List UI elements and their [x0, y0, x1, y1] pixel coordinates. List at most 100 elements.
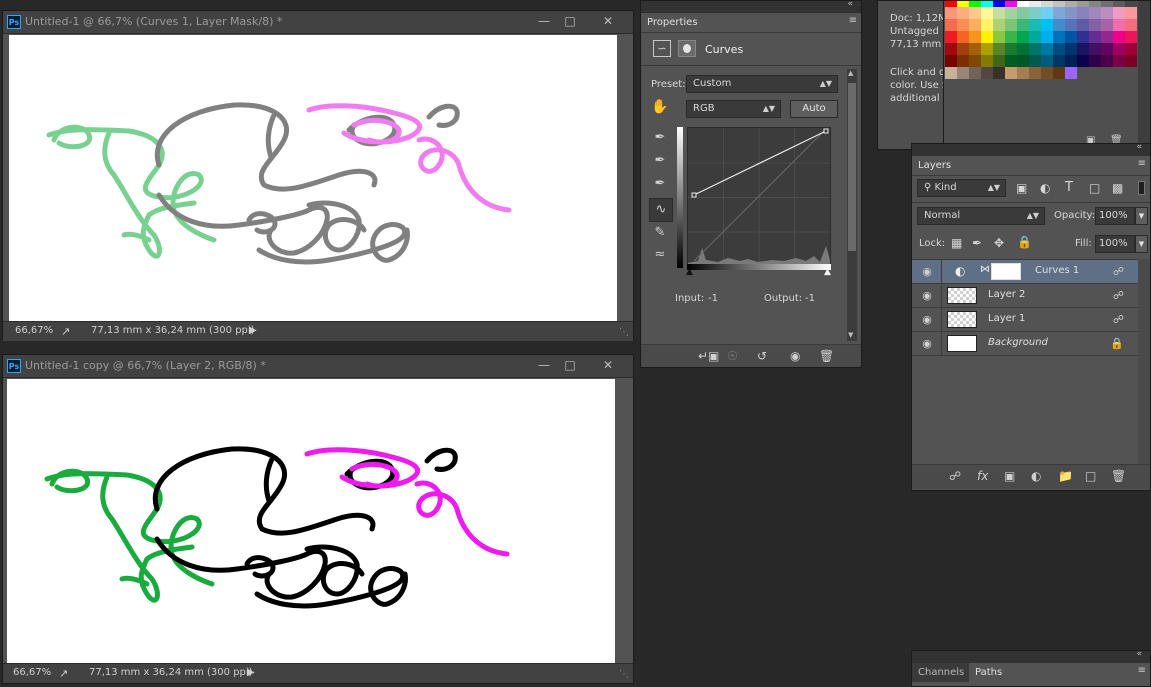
link-icon[interactable]: ☍ — [1113, 313, 1124, 326]
color-swatch[interactable] — [969, 1, 981, 7]
tab-properties[interactable]: Properties — [641, 13, 704, 32]
close-button[interactable]: ✕ — [595, 13, 621, 30]
layers-panel-topbar[interactable]: « — [912, 142, 1150, 156]
color-swatch[interactable] — [1053, 67, 1065, 79]
color-swatch[interactable] — [1005, 1, 1017, 7]
color-swatch[interactable] — [981, 31, 993, 43]
color-swatch[interactable] — [945, 43, 957, 55]
draw-pencil-icon[interactable]: ✎ — [649, 222, 671, 244]
collapse-icon[interactable]: « — [1136, 142, 1142, 152]
delete-adjustment-icon[interactable]: 🗑 — [819, 349, 834, 363]
color-swatch[interactable] — [1101, 7, 1113, 19]
color-swatch[interactable] — [1065, 31, 1077, 43]
output-value[interactable]: -1 — [805, 293, 815, 304]
color-swatch[interactable] — [1017, 31, 1029, 43]
filter-pixel-layers-icon[interactable]: ▣ — [1016, 181, 1027, 195]
close-button[interactable]: ✕ — [595, 357, 621, 374]
color-swatch[interactable] — [1065, 67, 1077, 79]
color-swatch[interactable] — [1041, 67, 1053, 79]
smooth-curve-icon[interactable]: ≈ — [649, 244, 671, 266]
status-menu-arrow-icon[interactable]: ▶ — [247, 667, 255, 678]
zoom-level-1[interactable]: 66,67% — [15, 325, 53, 336]
color-swatch[interactable] — [957, 1, 969, 7]
color-swatch[interactable] — [1005, 7, 1017, 19]
layer-mask-icon[interactable] — [678, 40, 696, 57]
collapse-icon[interactable]: « — [1136, 649, 1142, 659]
color-swatch[interactable] — [1029, 31, 1041, 43]
color-swatch[interactable] — [981, 43, 993, 55]
panel-menu-icon[interactable]: ≡ — [1138, 665, 1146, 676]
color-swatch[interactable] — [1029, 7, 1041, 19]
color-swatch[interactable] — [981, 7, 993, 19]
color-swatch[interactable] — [1053, 1, 1065, 7]
channel-dropdown[interactable]: RGB ▲▼ — [686, 100, 781, 118]
color-swatch[interactable] — [1101, 31, 1113, 43]
color-swatch[interactable] — [1005, 19, 1017, 31]
layer-row-layer-2[interactable]: ◉ Layer 2 ☍ — [912, 284, 1138, 308]
color-swatch[interactable] — [981, 67, 993, 79]
color-swatch[interactable] — [1041, 7, 1053, 19]
color-swatch[interactable] — [1029, 43, 1041, 55]
collapse-icon[interactable]: « — [847, 0, 853, 9]
properties-scrollbar[interactable]: ▲ ▼ — [847, 69, 857, 341]
color-swatch[interactable] — [1125, 19, 1137, 31]
color-swatch[interactable] — [981, 19, 993, 31]
color-swatch[interactable] — [1077, 19, 1089, 31]
lock-all-icon[interactable]: 🔒 — [1017, 235, 1032, 249]
fill-slider-toggle[interactable]: ▼ — [1135, 235, 1148, 253]
color-swatch[interactable] — [1053, 55, 1065, 67]
color-swatch[interactable] — [1017, 7, 1029, 19]
eye-icon[interactable]: ◉ — [920, 289, 934, 302]
color-swatch[interactable] — [969, 31, 981, 43]
input-value[interactable]: -1 — [708, 293, 718, 304]
tab-paths[interactable]: Paths — [969, 663, 1009, 682]
minimize-button[interactable]: — — [531, 13, 557, 30]
color-swatch[interactable] — [1029, 19, 1041, 31]
color-swatch[interactable] — [1089, 31, 1101, 43]
color-swatch[interactable] — [1101, 1, 1113, 7]
color-swatch[interactable] — [1125, 1, 1137, 7]
status-menu-arrow-icon[interactable]: ▶ — [249, 325, 257, 336]
color-swatch[interactable] — [1113, 19, 1125, 31]
delete-layer-icon[interactable]: 🗑 — [1111, 469, 1126, 483]
lock-position-icon[interactable]: ✥ — [994, 236, 1004, 250]
on-image-adjust-hand-icon[interactable]: ✋ — [651, 99, 668, 115]
color-swatch[interactable] — [1041, 55, 1053, 67]
color-swatch[interactable] — [1041, 43, 1053, 55]
fill-field[interactable]: 100% — [1095, 235, 1135, 253]
color-swatch[interactable] — [1113, 7, 1125, 19]
color-swatch[interactable] — [969, 19, 981, 31]
color-swatch[interactable] — [993, 19, 1005, 31]
view-previous-state-icon[interactable]: ☉ — [727, 349, 738, 363]
tab-layers[interactable]: Layers — [912, 156, 958, 175]
color-swatch[interactable] — [1113, 31, 1125, 43]
color-swatch[interactable] — [1077, 43, 1089, 55]
color-swatch[interactable] — [969, 67, 981, 79]
clip-to-layer-icon[interactable]: ↵▣ — [698, 349, 719, 363]
opacity-field[interactable]: 100% — [1095, 207, 1135, 225]
black-point-slider-icon[interactable]: ▲ — [686, 267, 693, 277]
new-adjustment-layer-icon[interactable]: ◐ — [1031, 469, 1041, 483]
color-swatch[interactable] — [1005, 55, 1017, 67]
filter-shape-layers-icon[interactable]: □ — [1089, 181, 1100, 195]
color-swatch[interactable] — [1077, 55, 1089, 67]
color-swatch[interactable] — [957, 43, 969, 55]
layer-row-background[interactable]: ◉ Background 🔒 — [912, 332, 1138, 356]
color-swatch[interactable] — [1041, 31, 1053, 43]
color-swatch[interactable] — [993, 7, 1005, 19]
layer-style-fx-icon[interactable]: fx — [977, 469, 988, 483]
layer-name[interactable]: Layer 2 — [988, 289, 1025, 300]
color-swatch[interactable] — [981, 1, 993, 7]
layer-name[interactable]: Background — [988, 337, 1048, 348]
color-swatch[interactable] — [1005, 43, 1017, 55]
layers-scrollbar[interactable] — [1138, 259, 1150, 464]
link-icon[interactable]: ☍ — [1113, 289, 1124, 302]
curves-adjustment-icon[interactable]: ∽ — [653, 40, 671, 57]
color-swatch[interactable] — [1125, 55, 1137, 67]
swatch-grid[interactable] — [944, 1, 1137, 81]
color-swatch[interactable] — [1017, 19, 1029, 31]
color-swatch[interactable] — [957, 31, 969, 43]
maximize-button[interactable]: □ — [557, 13, 583, 30]
minimize-button[interactable]: — — [531, 357, 557, 374]
color-swatch[interactable] — [957, 19, 969, 31]
